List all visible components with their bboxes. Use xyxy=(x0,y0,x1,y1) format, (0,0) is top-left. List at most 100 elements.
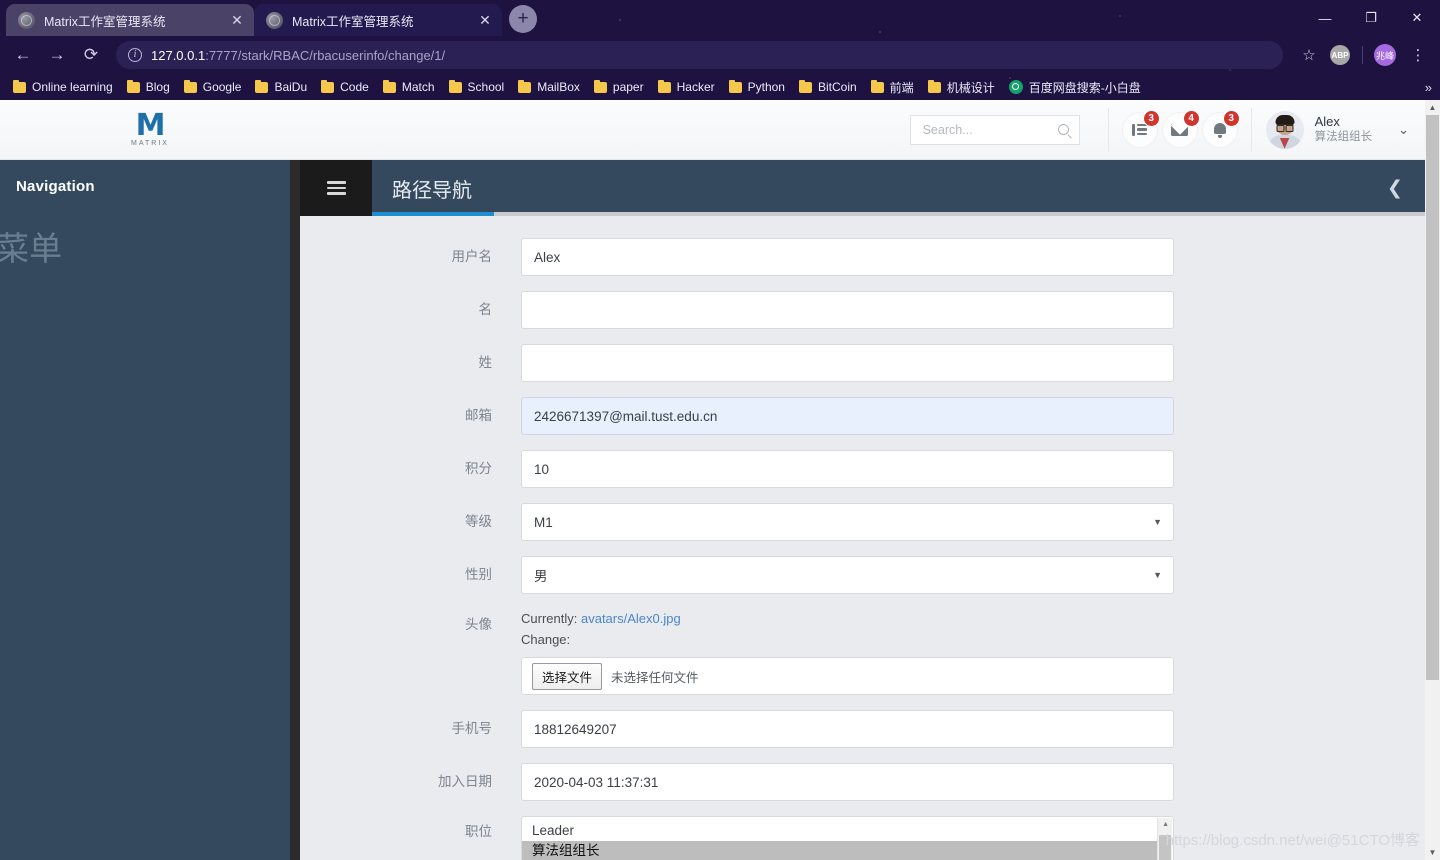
address-bar[interactable]: i 127.0.0.1:7777/stark/RBAC/rbacuserinfo… xyxy=(116,41,1283,69)
bookmarks-overflow-icon[interactable]: » xyxy=(1425,80,1432,95)
gender-select[interactable]: 男 ▼ xyxy=(521,556,1174,594)
user-name: Alex xyxy=(1314,114,1340,129)
bookmark-item[interactable]: paper xyxy=(587,76,651,98)
back-icon[interactable]: ← xyxy=(8,40,38,70)
app-logo[interactable]: M MATRIX xyxy=(0,110,300,147)
bookmark-item[interactable]: Code xyxy=(314,76,376,98)
search-icon[interactable] xyxy=(1057,124,1069,135)
maximize-icon[interactable]: ❐ xyxy=(1348,0,1394,36)
close-window-icon[interactable]: ✕ xyxy=(1394,0,1440,36)
choose-file-button[interactable]: 选择文件 xyxy=(532,662,603,690)
chevron-down-icon: ▼ xyxy=(1153,517,1162,527)
search-input[interactable] xyxy=(920,121,1058,138)
bookmark-item[interactable]: 百度网盘搜索-小白盘 xyxy=(1002,76,1148,98)
folder-icon xyxy=(126,79,140,93)
lastname-input[interactable] xyxy=(521,344,1174,382)
bookmark-item[interactable]: 前端 xyxy=(864,76,921,98)
page-scrollbar[interactable]: ▲ ▼ xyxy=(1425,100,1440,860)
field-label: 姓 xyxy=(478,355,493,370)
list-item[interactable]: Leader xyxy=(522,821,1157,841)
bookmark-label: Hacker xyxy=(676,80,715,94)
bookmark-label: Match xyxy=(401,80,435,94)
bookmark-label: 百度网盘搜索-小白盘 xyxy=(1028,80,1141,95)
folder-icon xyxy=(382,79,396,93)
chrome-profile-avatar[interactable]: 兆峰 xyxy=(1374,44,1396,66)
folder-icon xyxy=(183,79,197,93)
tasks-badge: 3 xyxy=(1142,109,1160,127)
browser-tab-1[interactable]: Matrix工作室管理系统 ✕ xyxy=(6,4,254,36)
collapse-panel-button[interactable]: ❮ xyxy=(1365,160,1425,216)
scroll-up-icon[interactable]: ▲ xyxy=(1425,100,1440,115)
field-control xyxy=(521,397,1174,435)
join-date-input[interactable] xyxy=(521,763,1174,801)
tasks-button[interactable]: 3 xyxy=(1122,109,1160,147)
bookmark-item[interactable]: Blog xyxy=(120,76,177,98)
bell-badge: 3 xyxy=(1222,109,1240,127)
form-row-level: 等级 M1 ▼ xyxy=(300,503,1425,541)
bell-icon xyxy=(1213,123,1226,138)
bookmark-star-icon[interactable]: ☆ xyxy=(1295,41,1323,69)
bookmark-item[interactable]: BitCoin xyxy=(792,76,864,98)
tab-favicon xyxy=(18,11,35,29)
browser-window: Matrix工作室管理系统 ✕ Matrix工作室管理系统 ✕ + — ❐ ✕ … xyxy=(0,0,1440,860)
tab-close-icon[interactable]: ✕ xyxy=(476,13,494,27)
list-item[interactable]: 算法组组长 xyxy=(522,841,1157,860)
firstname-input[interactable] xyxy=(521,291,1174,329)
listbox-scroll-thumb[interactable] xyxy=(1159,835,1171,860)
header-search[interactable] xyxy=(909,114,1080,145)
bookmark-item[interactable]: MailBox xyxy=(511,76,587,98)
bookmark-item[interactable]: 机械设计 xyxy=(921,76,1002,98)
scroll-down-icon[interactable]: ▼ xyxy=(1425,845,1440,860)
scroll-up-icon[interactable]: ▲ xyxy=(1162,821,1169,828)
bookmark-item[interactable]: Hacker xyxy=(651,76,722,98)
abp-extension-icon[interactable]: ABP xyxy=(1330,45,1350,65)
mail-badge: 4 xyxy=(1182,109,1200,127)
bookmark-item[interactable]: BaiDu xyxy=(248,76,314,98)
tab-favicon xyxy=(266,11,283,29)
position-multiselect[interactable]: Leader 算法组组长 前端组组长 后端组组长 ▲ ▼ xyxy=(521,816,1174,860)
bookmark-item[interactable]: Google xyxy=(177,76,249,98)
gender-select-value: 男 xyxy=(534,569,548,584)
bookmark-item[interactable]: Python xyxy=(722,76,792,98)
sidebar-toggle-button[interactable] xyxy=(300,160,372,216)
points-input[interactable] xyxy=(521,450,1174,488)
url-text: 127.0.0.1:7777/stark/RBAC/rbacuserinfo/c… xyxy=(151,48,445,63)
bookmark-item[interactable]: Online learning xyxy=(6,76,120,98)
bookmark-item[interactable]: Match xyxy=(376,76,442,98)
new-tab-button[interactable]: + xyxy=(509,5,537,33)
folder-icon xyxy=(518,79,532,93)
chevron-down-icon[interactable]: ⌄ xyxy=(1398,122,1409,138)
tab-close-icon[interactable]: ✕ xyxy=(228,13,246,27)
page-scroll-thumb[interactable] xyxy=(1426,115,1439,680)
toolbar-divider xyxy=(1362,46,1363,64)
form-row-gender: 性别 男 ▼ xyxy=(300,556,1425,594)
folder-icon xyxy=(448,79,462,93)
phone-input[interactable] xyxy=(521,710,1174,748)
site-info-icon[interactable]: i xyxy=(128,48,142,62)
field-label: 积分 xyxy=(465,461,492,476)
field-label: 职位 xyxy=(465,824,492,839)
folder-icon xyxy=(321,79,335,93)
level-select[interactable]: M1 ▼ xyxy=(521,503,1174,541)
field-control xyxy=(521,344,1174,382)
bell-button[interactable]: 3 xyxy=(1202,109,1240,147)
minimize-icon[interactable]: — xyxy=(1302,0,1348,36)
field-control xyxy=(521,238,1174,276)
email-input[interactable] xyxy=(521,397,1174,435)
user-info: Alex 算法组组长 xyxy=(1315,114,1373,145)
reload-icon[interactable]: ⟳ xyxy=(76,40,106,70)
bookmark-label: 前端 xyxy=(889,80,914,95)
mail-button[interactable]: 4 xyxy=(1162,109,1200,147)
current-file-link[interactable]: avatars/Alex0.jpg xyxy=(581,611,681,626)
file-input[interactable]: 选择文件 未选择任何文件 xyxy=(521,657,1174,695)
bookmark-label: BitCoin xyxy=(817,80,857,94)
field-control xyxy=(521,291,1174,329)
forward-icon[interactable]: → xyxy=(42,40,72,70)
user-menu[interactable]: Alex 算法组组长 ⌄ xyxy=(1252,110,1425,149)
field-control xyxy=(521,710,1174,748)
browser-tab-2[interactable]: Matrix工作室管理系统 ✕ xyxy=(254,4,502,36)
username-input[interactable] xyxy=(521,238,1174,276)
form-row-email: 邮箱 xyxy=(300,397,1425,435)
chrome-menu-icon[interactable]: ⋮ xyxy=(1404,41,1432,69)
bookmark-item[interactable]: School xyxy=(442,76,512,98)
